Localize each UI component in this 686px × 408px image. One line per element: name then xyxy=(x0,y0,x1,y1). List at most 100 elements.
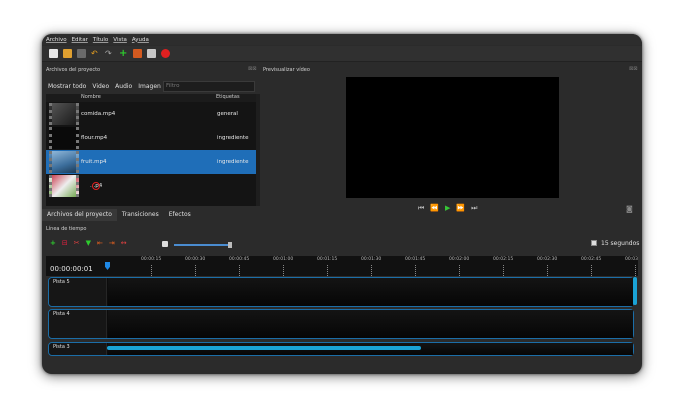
add-marker-icon[interactable]: ▼ xyxy=(86,239,91,247)
undo-icon[interactable]: ↶ xyxy=(91,49,100,58)
filter-image[interactable]: Imagen xyxy=(136,83,163,90)
files-table-header: Nombre Etiquetas xyxy=(46,94,256,102)
ruler-tick-mark xyxy=(371,265,372,276)
project-files-table: Nombre Etiquetas comida.mp4 general flou… xyxy=(46,94,256,206)
rewind-icon[interactable]: ⏪ xyxy=(430,204,439,213)
ruler-tick-mark xyxy=(283,265,284,276)
preview-title: Previsualizar vídeo xyxy=(263,67,310,73)
open-project-icon[interactable] xyxy=(63,49,72,58)
previous-marker-icon[interactable]: ⇤ xyxy=(97,239,103,247)
ruler-tick-label: 00:01:15 xyxy=(317,257,338,262)
save-project-icon[interactable] xyxy=(77,49,86,58)
menu-editar[interactable]: Editar xyxy=(72,37,88,43)
jump-end-icon[interactable]: ⏭ xyxy=(471,204,477,213)
menu-archivo[interactable]: Archivo xyxy=(46,37,67,43)
track-pista-5[interactable]: Pista 5 xyxy=(48,277,634,307)
filter-input[interactable]: Filtro xyxy=(163,81,255,92)
file-row[interactable]: flour.mp4 ingrediente xyxy=(46,126,256,150)
next-marker-icon[interactable]: ⇥ xyxy=(109,239,115,247)
ruler-tick-label: 00:02:15 xyxy=(493,257,514,262)
ruler-tick-label: 00:00:45 xyxy=(229,257,250,262)
file-thumbnail xyxy=(49,151,79,173)
tab-effects[interactable]: Efectos xyxy=(164,209,196,221)
track-body[interactable] xyxy=(108,278,633,306)
filter-tabs: Mostrar todo Video Audio Imagen xyxy=(46,80,165,93)
project-files-dock-buttons[interactable]: ⊠⊠ xyxy=(248,66,256,72)
file-thumbnail xyxy=(49,127,79,149)
timecode-display: 00:00:00:01 xyxy=(50,265,93,273)
track-pista-4[interactable]: Pista 4 xyxy=(48,309,634,339)
zoom-checkbox[interactable] xyxy=(591,240,597,246)
ruler-tick-label: 00:01:45 xyxy=(405,257,426,262)
file-name: fruit.mp4 xyxy=(81,159,107,165)
ruler-tick-label: 00:02:45 xyxy=(581,257,602,262)
ruler-tick-label: 00:01:00 xyxy=(273,257,294,262)
file-name: comida.mp4 xyxy=(81,111,116,117)
fullscreen-icon[interactable] xyxy=(147,49,156,58)
project-bottom-tabs: Archivos del proyecto Transiciones Efect… xyxy=(42,209,196,221)
razor-icon[interactable]: ✂ xyxy=(74,239,80,247)
import-files-icon[interactable]: + xyxy=(119,49,128,59)
menu-ayuda[interactable]: Ayuda xyxy=(132,37,149,43)
menu-titulo[interactable]: Título xyxy=(93,37,108,43)
column-name-header[interactable]: Nombre xyxy=(81,94,216,102)
ruler-tick-label: 00:03 xyxy=(625,257,638,262)
timeline-horizontal-scrollbar[interactable] xyxy=(107,346,421,350)
center-timeline-icon[interactable]: ↔ xyxy=(121,239,127,247)
camera-icon[interactable]: ◙ xyxy=(626,205,633,213)
fast-forward-icon[interactable]: ⏩ xyxy=(456,204,465,213)
zoom-slider-handle[interactable] xyxy=(228,242,232,248)
file-row[interactable]: ...p4 xyxy=(46,174,256,198)
menu-vista[interactable]: Vista xyxy=(113,37,127,43)
menu-bar: Archivo Editar Título Vista Ayuda xyxy=(42,34,642,45)
track-label: Pista 3 xyxy=(53,344,70,350)
ruler-tick-mark xyxy=(459,265,460,276)
timeline-title: Línea de tiempo xyxy=(46,226,87,232)
zoom-label: 15 segundos xyxy=(601,240,640,247)
zoom-start-icon xyxy=(162,241,168,247)
redo-icon[interactable]: ↷ xyxy=(105,49,114,58)
file-name: flour.mp4 xyxy=(81,135,108,141)
snapping-icon[interactable]: ⊟ xyxy=(62,239,68,247)
profile-icon[interactable] xyxy=(133,49,142,58)
ruler-tick-mark xyxy=(239,265,240,276)
ruler-tick-label: 00:00:15 xyxy=(141,257,162,262)
play-icon[interactable]: ▶ xyxy=(445,204,450,213)
filter-video[interactable]: Video xyxy=(90,83,111,90)
track-label: Pista 4 xyxy=(53,311,70,317)
ruler-tick-label: 00:02:00 xyxy=(449,257,470,262)
track-body[interactable] xyxy=(108,310,633,338)
column-tags-header[interactable]: Etiquetas xyxy=(216,94,240,102)
ruler-tick-label: 00:02:30 xyxy=(537,257,558,262)
timeline-vertical-scrollbar[interactable] xyxy=(633,277,637,305)
new-project-icon[interactable] xyxy=(49,49,58,58)
ruler-tick-mark xyxy=(503,265,504,276)
file-row[interactable]: comida.mp4 general xyxy=(46,102,256,126)
filter-audio[interactable]: Audio xyxy=(113,83,134,90)
ruler-tick-mark xyxy=(151,265,152,276)
zoom-slider[interactable] xyxy=(174,244,232,246)
filter-show-all[interactable]: Mostrar todo xyxy=(46,83,88,90)
file-thumbnail xyxy=(49,175,79,197)
file-row[interactable]: fruit.mp4 ingrediente xyxy=(46,150,256,174)
files-scrollbar[interactable] xyxy=(256,94,260,206)
ruler-tick-mark xyxy=(591,265,592,276)
ruler-tick-mark xyxy=(415,265,416,276)
export-video-icon[interactable] xyxy=(161,49,170,58)
file-tag: ingrediente xyxy=(217,159,249,165)
ruler-tick-label: 00:00:30 xyxy=(185,257,206,262)
openshot-window: Archivo Editar Título Vista Ayuda ↶ ↷ + … xyxy=(42,34,642,374)
add-track-icon[interactable]: + xyxy=(50,239,56,247)
no-entry-icon xyxy=(92,182,100,190)
file-tag: ingrediente xyxy=(217,135,249,141)
file-tag: general xyxy=(217,111,238,117)
ruler-tick-mark xyxy=(547,265,548,276)
preview-dock-buttons[interactable]: ⊠⊠ xyxy=(629,66,637,72)
ruler-tick-mark xyxy=(635,265,636,276)
track-label: Pista 5 xyxy=(53,279,70,285)
tab-project-files[interactable]: Archivos del proyecto xyxy=(42,209,117,221)
jump-start-icon[interactable]: ⏮ xyxy=(418,204,424,213)
project-files-title: Archivos del proyecto xyxy=(46,67,101,73)
tab-transitions[interactable]: Transiciones xyxy=(117,209,164,221)
video-preview-screen xyxy=(346,77,559,198)
